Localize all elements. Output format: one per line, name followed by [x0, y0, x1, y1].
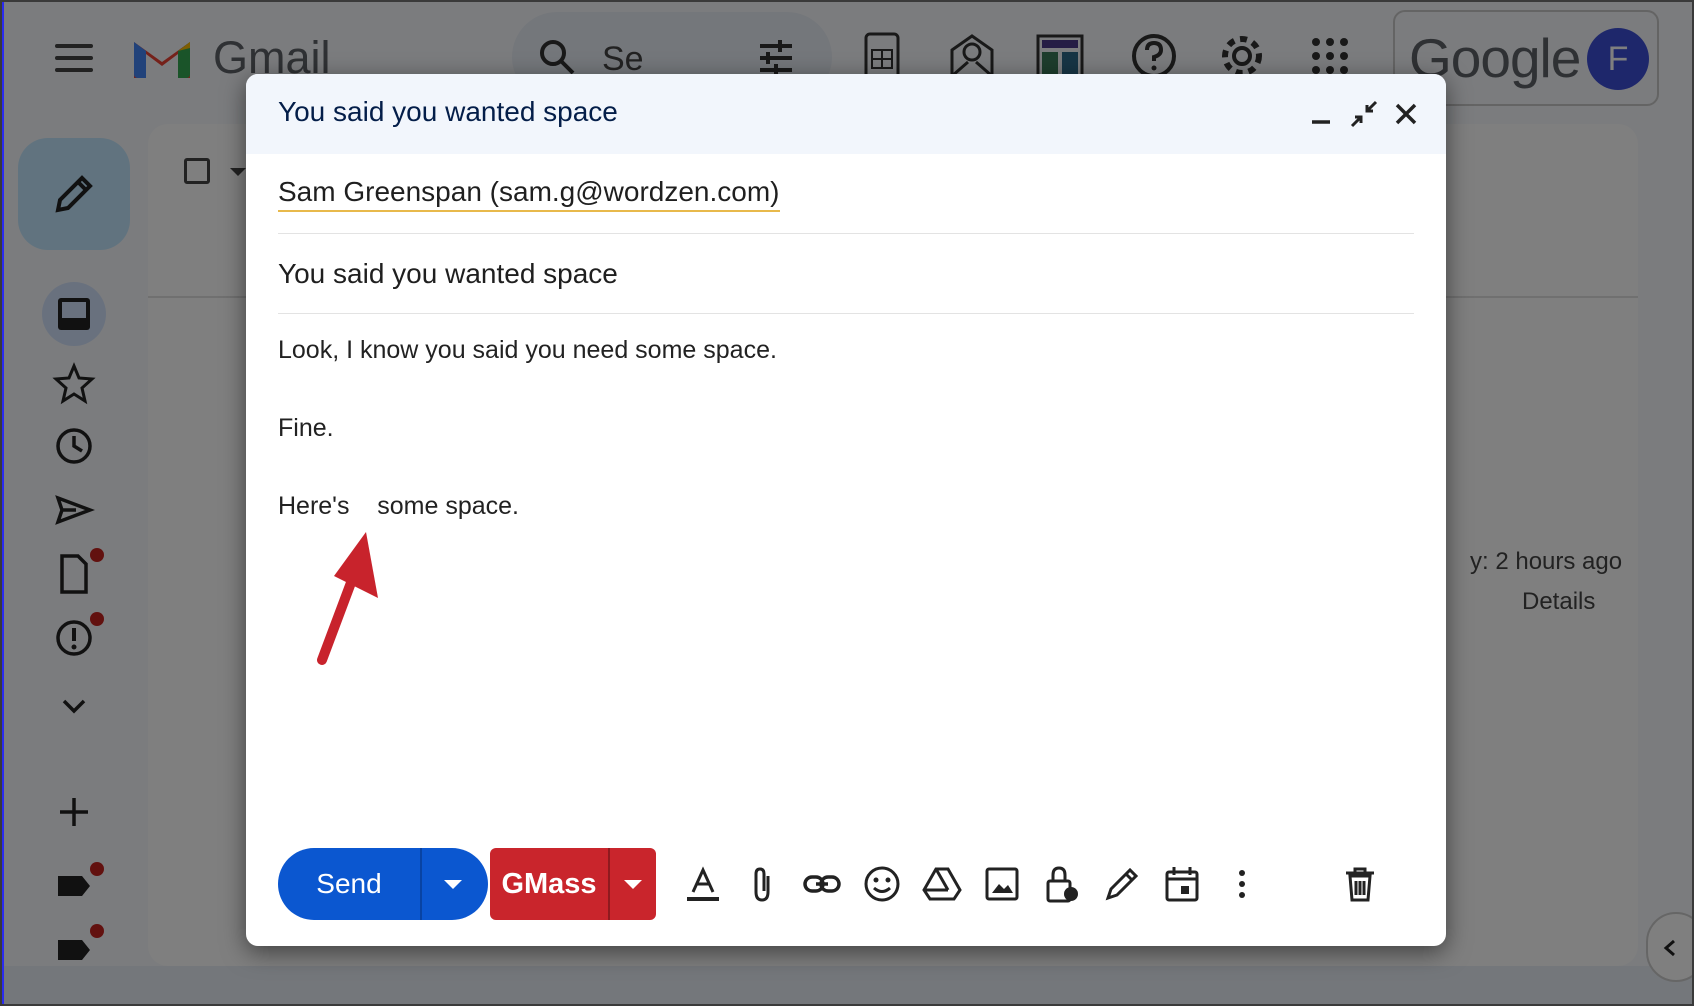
body-line[interactable]: Fine.	[278, 414, 334, 443]
gmass-label[interactable]: GMass	[490, 848, 608, 920]
exit-fullscreen-icon[interactable]	[1348, 98, 1380, 130]
close-icon[interactable]	[1390, 98, 1422, 130]
trash-icon[interactable]	[1340, 864, 1380, 904]
minimize-icon[interactable]	[1306, 98, 1338, 130]
subject-field[interactable]: You said you wanted space	[278, 234, 1414, 314]
window-edge	[0, 0, 4, 1006]
subject-input[interactable]: You said you wanted space	[278, 258, 618, 290]
confidential-icon[interactable]	[1042, 864, 1082, 904]
attach-icon[interactable]	[742, 864, 782, 904]
link-icon[interactable]	[802, 864, 842, 904]
body-line[interactable]: Look, I know you said you need some spac…	[278, 336, 777, 365]
gmass-separator	[608, 848, 610, 920]
emoji-icon[interactable]	[862, 864, 902, 904]
more-options-icon[interactable]	[1222, 864, 1262, 904]
annotation-arrow	[317, 532, 378, 665]
recipient-chip[interactable]: Sam Greenspan (sam.g@wordzen.com)	[278, 176, 780, 212]
gmass-button[interactable]: GMass	[490, 848, 656, 920]
drive-icon[interactable]	[922, 864, 962, 904]
send-button[interactable]: Send	[278, 848, 488, 920]
compose-header[interactable]: You said you wanted space	[246, 74, 1446, 154]
recipients-field[interactable]: Sam Greenspan (sam.g@wordzen.com)	[278, 154, 1414, 234]
body-line[interactable]: Here's some space.	[278, 492, 519, 521]
send-separator	[420, 848, 422, 920]
compose-dialog: You said you wanted space Sam Greenspan …	[246, 74, 1446, 946]
photo-icon[interactable]	[982, 864, 1022, 904]
gmass-options-icon[interactable]	[624, 880, 642, 889]
signature-icon[interactable]	[1102, 864, 1142, 904]
send-label[interactable]: Send	[278, 848, 420, 920]
schedule-icon[interactable]	[1162, 864, 1202, 904]
send-options-icon[interactable]	[444, 880, 462, 889]
text-format-icon[interactable]	[683, 864, 723, 904]
compose-title: You said you wanted space	[278, 96, 618, 127]
